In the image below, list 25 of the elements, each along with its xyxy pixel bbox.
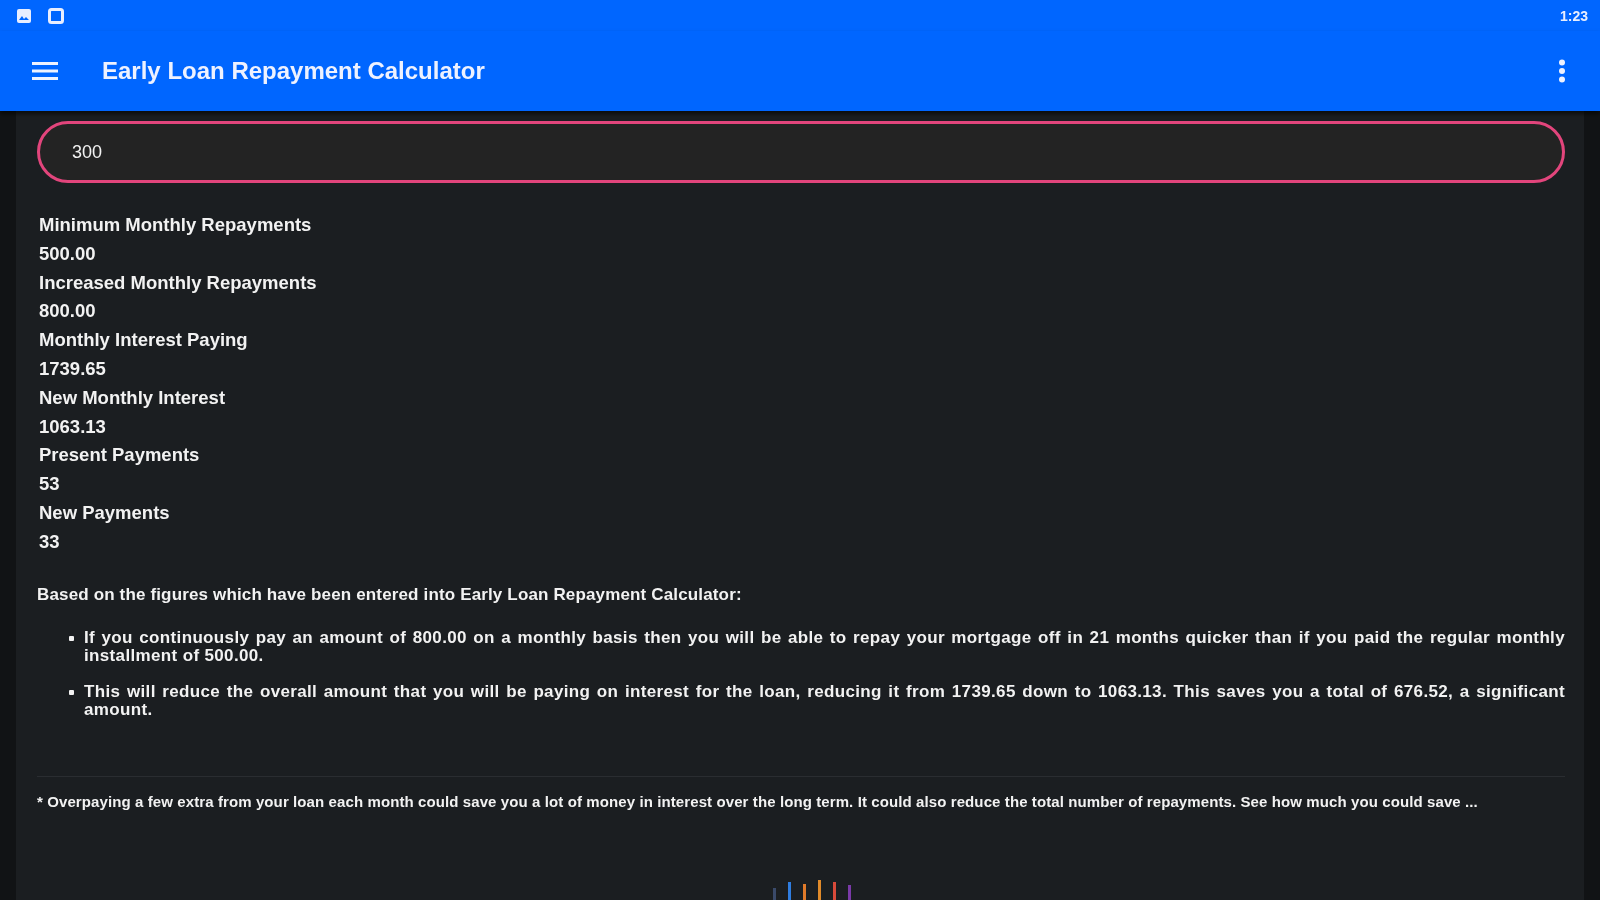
result-value: 500.00 [39, 241, 96, 266]
result-label: Increased Monthly Repayments [39, 270, 317, 295]
bullet-icon [69, 635, 74, 641]
summary-intro: Based on the figures which have been entered into Early Loan Repayment Calculator: [37, 584, 742, 605]
amount-input-field[interactable]: 300 [37, 121, 1565, 183]
result-label: New Monthly Interest [39, 385, 226, 410]
result-label: Monthly Interest Paying [39, 328, 248, 353]
result-value: 33 [39, 529, 60, 554]
image-icon [16, 7, 32, 24]
more-options-icon[interactable] [1558, 59, 1566, 83]
summary-point: If you continuously pay an amount of 800.00 on a monthly basis then you will be able to repay your mortgage off in 21 months quicker than if you paid the regular monthly installment of 500.00. [84, 628, 1565, 666]
app-title: Early Loan Repayment Calculator [102, 57, 485, 85]
status-time: 1:23 [1559, 7, 1588, 24]
menu-icon[interactable] [32, 61, 58, 81]
result-value: 53 [39, 472, 60, 497]
result-value: 1063.13 [39, 414, 106, 439]
bullet-icon [69, 689, 74, 695]
result-label: New Payments [39, 500, 170, 525]
square-icon [48, 7, 64, 24]
result-value: 800.00 [39, 299, 96, 324]
result-value: 1739.65 [39, 357, 106, 381]
summary-point: This will reduce the overall amount that you will be paying on interest for the loan, reducing it from 1739.65 down to 1063.13. This saves you a total of 676.52, a significant amount. [84, 682, 1565, 720]
footnote-text: * Overpaying a few extra from your loan each month could save you a lot of money in interest over the long term. It could also reduce the total number of repayments. See how much you could save ... [37, 792, 1478, 810]
result-label: Minimum Monthly Repayments [39, 213, 312, 237]
result-label: Present Payments [39, 443, 200, 468]
